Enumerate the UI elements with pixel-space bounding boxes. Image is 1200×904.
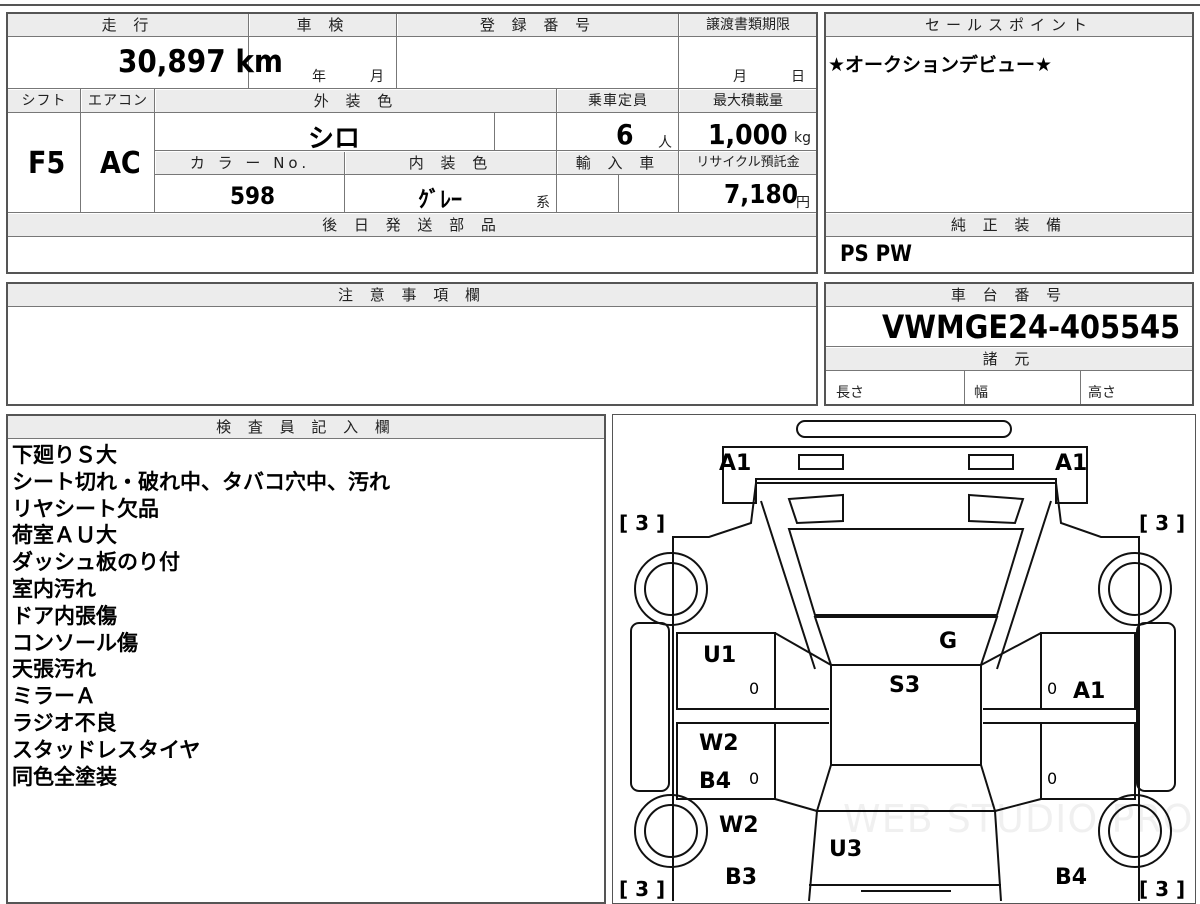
mark-a1-right: A1	[1055, 451, 1088, 476]
mark-b3: B3	[725, 865, 758, 890]
transfer-day: 日	[791, 69, 805, 85]
mark-zero: 0	[749, 769, 760, 788]
remark-line: ダッシュ板のり付	[12, 550, 180, 575]
remark-line: 天張汚れ	[12, 657, 96, 682]
tire-mark-front-right: [ 3 ]	[1139, 511, 1186, 535]
chassis-number: VWMGE24-405545	[882, 308, 1181, 346]
capacity-value: 6	[616, 118, 634, 151]
later-parts-header: 後 日 発 送 部 品	[8, 214, 816, 236]
remark-line: ドア内張傷	[12, 603, 117, 628]
mark-g: G	[939, 629, 958, 654]
remark-line: シート切れ・破れ中、タバコ穴中、汚れ	[12, 469, 390, 494]
max-load-value: 1,000	[708, 118, 788, 151]
mark-zero: 0	[749, 679, 760, 698]
remark-line: ラジオ不良	[12, 710, 117, 735]
headlight-right	[968, 454, 1014, 470]
standard-equipment-text: PS PW	[840, 242, 912, 267]
remark-line: 同色全塗装	[12, 764, 117, 789]
color-no-header: カ ラ ー No.	[156, 152, 344, 174]
remark-list: 下廻りＳ大 シート切れ・破れ中、タバコ穴中、汚れ リヤシート欠品 荷室ＡＵ大 ダ…	[12, 442, 390, 790]
front-bumper-shape	[796, 420, 1012, 438]
mark-w2-upper: W2	[699, 731, 739, 756]
right-side-rail	[1136, 622, 1176, 792]
mark-zero: 0	[1047, 679, 1058, 698]
tire-mark-rear-left: [ 3 ]	[619, 877, 666, 901]
capacity-header: 乗車定員	[558, 90, 678, 112]
mileage-value: 30,897 km	[118, 44, 283, 80]
max-load-header: 最大積載量	[680, 90, 816, 112]
standard-equipment-header: 純 正 装 備	[826, 214, 1192, 236]
ext-color-header: 外 装 色	[156, 90, 556, 112]
rear-bumper	[809, 884, 1001, 892]
tire-mark-rear-right: [ 3 ]	[1139, 877, 1186, 901]
recycle-deposit-unit: 円	[796, 195, 810, 211]
wheel-front-left-inner	[644, 562, 698, 616]
sales-point-header: セールスポイント	[826, 14, 1192, 36]
spec-width-label: 幅	[974, 385, 988, 401]
mileage-header: 走 行	[8, 14, 248, 36]
remark-line: リヤシート欠品	[12, 496, 159, 521]
front-vent-right	[968, 493, 1025, 525]
mark-a1-left: A1	[719, 451, 752, 476]
recycle-deposit-header: リサイクル預託金	[680, 152, 816, 174]
vehicle-diagram-box: WEB STUDIO PRO A1 A1 [ 3 ] [ 3 ] G U1 S3…	[612, 414, 1196, 904]
chassis-number-header: 車 台 番 号	[826, 284, 1192, 306]
spec-length-label: 長さ	[836, 385, 864, 401]
inspector-remarks-box: 検 査 員 記 入 欄 下廻りＳ大 シート切れ・破れ中、タバコ穴中、汚れ リヤシ…	[6, 414, 606, 904]
front-vent-left	[787, 493, 844, 525]
remark-line: 下廻りＳ大	[12, 443, 117, 467]
mark-w2-lower: W2	[719, 813, 759, 838]
wheel-front-right-inner	[1108, 562, 1162, 616]
mark-b4-right: B4	[1055, 865, 1088, 890]
sales-point-box: セールスポイント ★オークションデビュー★ 純 正 装 備 PS PW	[824, 12, 1194, 274]
top-cropped-strip	[0, 0, 1200, 6]
windshield	[787, 528, 1025, 616]
color-no-value: 598	[230, 182, 276, 210]
transfer-deadline-header: 譲渡書類期限	[680, 14, 816, 36]
caution-box: 注 意 事 項 欄	[6, 282, 818, 406]
remark-line: スタッドレスタイヤ	[12, 737, 201, 762]
import-header: 輸 入 車	[558, 152, 678, 174]
shaken-header: 車 検	[250, 14, 396, 36]
recycle-deposit-value: 7,180	[724, 180, 798, 210]
left-side-rail	[630, 622, 670, 792]
specs-header: 諸 元	[826, 348, 1192, 370]
int-color-value: ｸﾞﾚｰ	[418, 188, 463, 213]
caution-header: 注 意 事 項 欄	[8, 284, 816, 306]
max-load-unit: kg	[794, 130, 811, 146]
remark-line: ミラーＡ	[12, 684, 96, 709]
watermark: WEB STUDIO PRO	[843, 797, 1194, 841]
mark-a1-door: A1	[1073, 679, 1106, 704]
mark-s3: S3	[889, 673, 921, 698]
shift-value: F5	[28, 146, 66, 181]
remark-line: 荷室ＡＵ大	[12, 523, 117, 548]
mark-b4-left: B4	[699, 769, 732, 794]
inspector-header: 検 査 員 記 入 欄	[8, 416, 604, 438]
aircon-value: AC	[100, 146, 141, 181]
wheel-rear-left-inner	[644, 804, 698, 858]
aircon-header: エアコン	[82, 90, 154, 112]
remark-line: 室内汚れ	[12, 576, 96, 601]
registration-header: 登 録 番 号	[398, 14, 678, 36]
int-color-suffix: 系	[536, 195, 550, 211]
transfer-month: 月	[733, 69, 747, 85]
remark-line: コンソール傷	[12, 630, 138, 655]
vehicle-info-box: 走 行 車 検 登 録 番 号 譲渡書類期限 30,897 km 年 月 月 日…	[6, 12, 818, 274]
sales-point-text: ★オークションデビュー★	[828, 54, 1053, 76]
shaken-year: 年	[312, 69, 326, 85]
mark-zero: 0	[1047, 769, 1058, 788]
shaken-month: 月	[370, 69, 384, 85]
capacity-unit: 人	[658, 135, 672, 151]
tire-mark-front-left: [ 3 ]	[619, 511, 666, 535]
chassis-box: 車 台 番 号 VWMGE24-405545 諸 元 長さ 幅 高さ	[824, 282, 1194, 406]
hood-outline	[722, 446, 1088, 504]
shift-header: シフト	[8, 90, 80, 112]
mark-u3: U3	[829, 837, 863, 862]
roof-front	[813, 616, 999, 666]
a-pillars	[760, 500, 1052, 670]
spec-height-label: 高さ	[1088, 385, 1116, 401]
headlight-left	[798, 454, 844, 470]
int-color-header: 内 装 色	[346, 152, 556, 174]
mark-u1: U1	[703, 643, 737, 668]
